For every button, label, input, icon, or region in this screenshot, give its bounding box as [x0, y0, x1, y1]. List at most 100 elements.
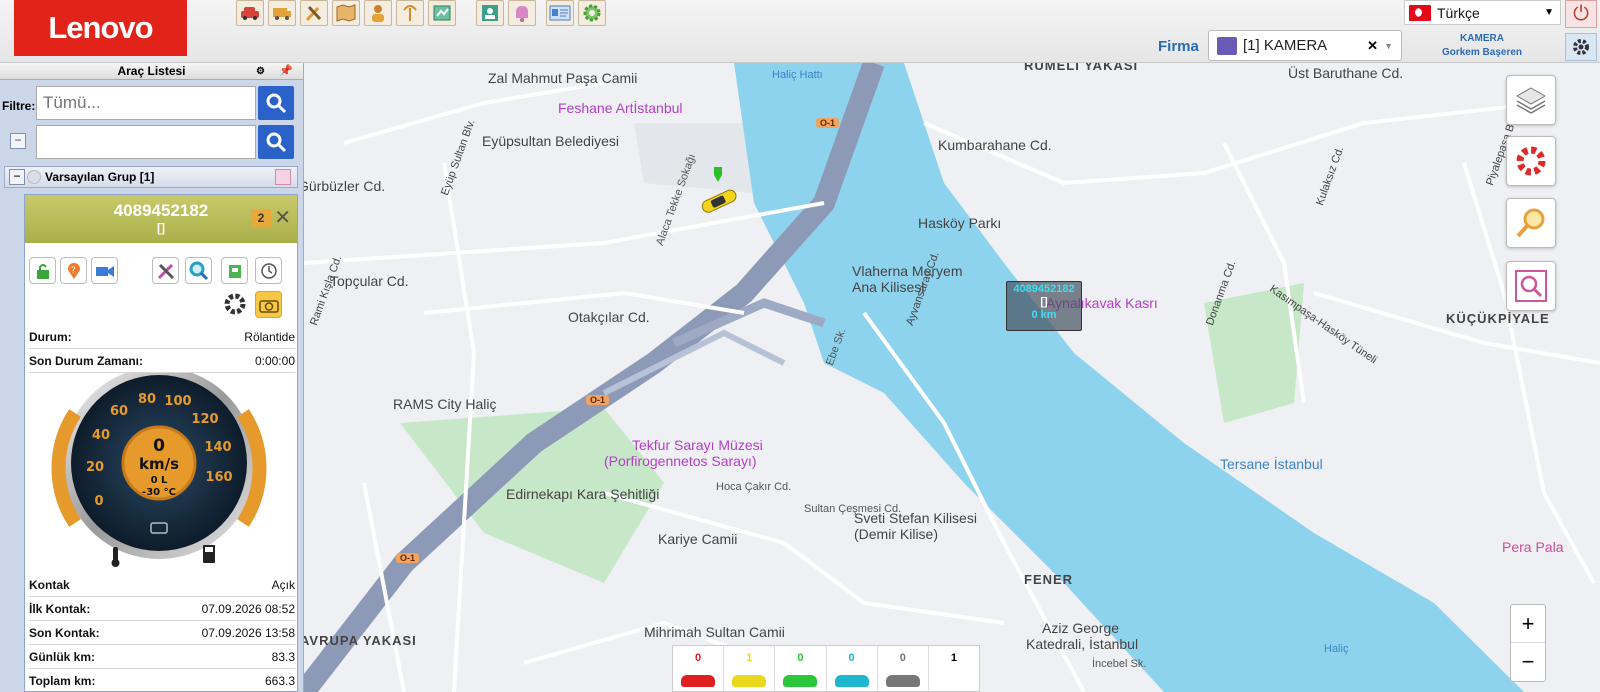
search-icon[interactable] — [258, 86, 294, 120]
clock-icon[interactable] — [255, 257, 282, 284]
map-icon[interactable] — [332, 0, 360, 26]
info-row: Günlük km: 83.3 — [29, 645, 295, 669]
vehicle-icon[interactable] — [268, 0, 296, 26]
status-count[interactable]: 0 — [878, 646, 929, 691]
vehicle-list-panel: Araç Listesi ⚙ 📌 Filtre: − − Varsayılan … — [0, 63, 304, 692]
group-search-icon[interactable] — [275, 169, 291, 185]
zoom-control: + − — [1510, 604, 1546, 682]
bell-icon[interactable] — [508, 0, 536, 26]
info-key: Son Kontak: — [29, 625, 100, 640]
map-view[interactable]: Zal Mahmut Paşa Camii Feshane Artİstanbul… — [304, 63, 1600, 692]
fuel-icon[interactable] — [221, 257, 248, 284]
map-label: Üst Baruthane Cd. — [1288, 65, 1404, 81]
language-select[interactable]: Türkçe ▼ — [1404, 0, 1561, 25]
layers-icon[interactable] — [1506, 75, 1556, 125]
zoom-vehicle-icon[interactable] — [185, 257, 212, 284]
status-count[interactable]: 0 — [775, 646, 827, 691]
vehicle-map-popup[interactable]: 4089452182 [] 0 km — [1006, 281, 1082, 331]
id-card-icon[interactable] — [546, 0, 574, 26]
map-label: Tersane İstanbul — [1220, 456, 1323, 472]
photo-camera-icon[interactable] — [255, 291, 282, 318]
power-icon[interactable]: ⏻ — [1565, 0, 1597, 28]
report-icon[interactable] — [428, 0, 456, 26]
zoom-out-button[interactable]: − — [1511, 643, 1545, 681]
map-label: Hasköy Parkı — [918, 215, 1002, 231]
map-search-icon[interactable] — [1506, 261, 1556, 311]
status-count-value: 0 — [848, 652, 855, 664]
collapse-icon[interactable]: − — [10, 133, 26, 149]
green-marker-icon[interactable] — [712, 167, 724, 183]
map-label: Feshane Artİstanbul — [558, 100, 683, 116]
status-count[interactable]: 1 — [929, 646, 979, 691]
camera-video-icon[interactable] — [91, 257, 118, 284]
popup-km: 0 km — [1031, 309, 1057, 321]
clear-icon[interactable]: ✕ — [1367, 38, 1378, 54]
info-row: İlk Kontak: 07.09.2026 08:52 — [29, 597, 295, 621]
map-label: FENER — [1024, 572, 1074, 587]
info-value: 663.3 — [264, 673, 295, 688]
user-settings-icon[interactable] — [1565, 33, 1597, 61]
map-label: RUMELİ YAKASI — [1024, 63, 1139, 73]
pin-icon[interactable]: 📌 — [279, 63, 293, 80]
map-label: Hoca Çakır Cd. — [716, 481, 792, 493]
vehicle-search-input[interactable] — [36, 86, 256, 120]
car-status-icon — [783, 675, 818, 687]
map-label: AVRUPA YAKASI — [304, 633, 417, 648]
search-icon[interactable] — [258, 125, 294, 159]
zoom-in-button[interactable]: + — [1511, 605, 1545, 643]
chevron-down-icon: ▼ — [1544, 7, 1554, 18]
map-label: Ana Kilisesi — [852, 279, 925, 295]
lock-icon[interactable] — [29, 257, 56, 284]
map-label: Kumbarahane Cd. — [938, 137, 1052, 153]
info-value: 07.09.2026 13:58 — [201, 625, 295, 640]
brand-logo: Lenovo — [14, 0, 187, 56]
location-help-icon[interactable]: ? — [60, 257, 87, 284]
map-label: Katedrali, İstanbul — [1026, 636, 1139, 652]
info-value: 83.3 — [271, 649, 295, 664]
status-count-value: 0 — [797, 652, 804, 664]
map-label: Otakçılar Cd. — [568, 309, 650, 325]
signal-icon[interactable] — [396, 0, 424, 26]
status-count[interactable]: 1 — [724, 646, 776, 691]
map-label: RAMS City Haliç — [393, 396, 497, 412]
map-label: (Demir Kilise) — [854, 526, 938, 542]
tools-icon[interactable] — [300, 0, 328, 26]
map-label: Kariye Camii — [658, 531, 738, 547]
tools-icon[interactable] — [152, 257, 179, 284]
info-key: İlk Kontak: — [29, 601, 91, 616]
filter-label: Filtre: — [2, 99, 36, 113]
options-icon[interactable]: ⚙ — [256, 63, 265, 80]
settings-gear-icon[interactable] — [578, 0, 606, 26]
map-label: Eyüpsultan Belediyesi — [482, 133, 619, 149]
panel-title: Araç Listesi — [117, 64, 186, 78]
map-settings-icon[interactable] — [1506, 136, 1556, 186]
group-name: Varsayılan Grup [1] — [45, 170, 155, 184]
map-label: Haliç Hattı — [772, 69, 823, 81]
status-count[interactable]: 0 — [827, 646, 878, 691]
group-header[interactable]: − Varsayılan Grup [1] — [4, 166, 298, 188]
close-icon[interactable]: ✕ — [274, 205, 291, 230]
search-row-2 — [36, 125, 298, 161]
vehicle-header[interactable]: 4089452182 [] 2 ✕ — [25, 195, 297, 243]
route-search-icon[interactable] — [1506, 198, 1556, 248]
car-status-icon — [885, 675, 920, 687]
turkey-flag-icon — [1409, 4, 1431, 21]
svg-text:120: 120 — [191, 412, 218, 427]
settings-icon[interactable] — [223, 292, 247, 316]
firma-select[interactable]: [1] KAMERA ✕ ▼ — [1208, 30, 1402, 61]
status-count-value: 1 — [746, 652, 753, 664]
fuel-value: 0 L — [151, 475, 168, 486]
user-card-icon[interactable] — [476, 0, 504, 26]
group-search-input[interactable] — [36, 125, 256, 159]
chevron-down-icon[interactable]: ▼ — [1384, 41, 1393, 51]
car-icon[interactable] — [236, 0, 264, 26]
person-icon[interactable] — [364, 0, 392, 26]
status-count-value: 0 — [899, 652, 906, 664]
map-label: Zal Mahmut Paşa Camii — [488, 70, 638, 86]
svg-text:60: 60 — [110, 404, 128, 419]
collapse-icon[interactable]: − — [9, 169, 25, 185]
svg-text:0: 0 — [94, 494, 103, 509]
status-count[interactable]: 0 — [673, 646, 725, 691]
info-row: Son Durum Zamanı: 0:00:00 — [29, 349, 295, 373]
car-status-icon — [834, 675, 869, 687]
